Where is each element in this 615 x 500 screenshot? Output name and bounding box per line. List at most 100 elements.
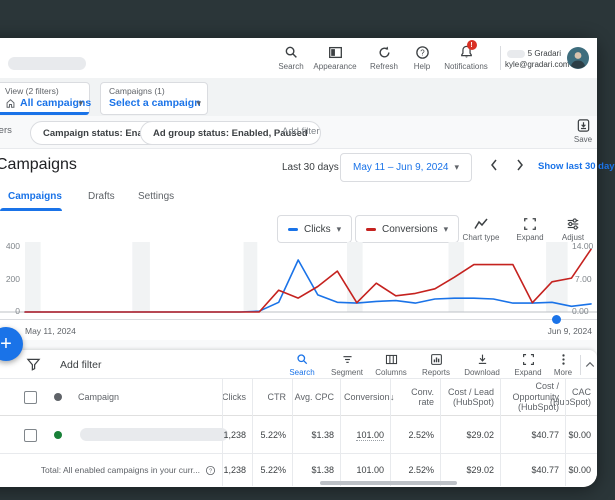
- date-next-button[interactable]: [512, 157, 528, 173]
- table-more-label: More: [553, 368, 573, 377]
- toolbar-divider: [580, 355, 581, 375]
- table-more-button[interactable]: More: [550, 353, 576, 377]
- topbar-search-button[interactable]: Search: [276, 45, 306, 71]
- funnel-icon: [26, 358, 41, 371]
- table-search-button[interactable]: Search: [286, 353, 318, 377]
- svg-text:?: ?: [420, 48, 425, 57]
- collapse-table-button[interactable]: [584, 359, 596, 371]
- row-status-enabled-dot: [54, 431, 62, 439]
- redacted-account-name: [507, 49, 526, 58]
- more-vertical-icon: [557, 353, 570, 366]
- google-ads-window: Search Appearance Refresh ? Help ! Notif…: [0, 38, 615, 487]
- topbar-appearance-label: Appearance: [313, 62, 357, 71]
- topbar-notifications-button[interactable]: ! Notifications: [438, 40, 494, 71]
- tab-drafts[interactable]: Drafts: [88, 191, 115, 202]
- column-header-ctr[interactable]: CTR: [252, 378, 292, 416]
- topbar-appearance-button[interactable]: Appearance: [310, 45, 360, 71]
- column-header-conv-rate[interactable]: ↓ Conv. rate: [390, 378, 440, 416]
- column-header-cost-lead[interactable]: Cost / Lead (HubSpot): [440, 378, 500, 416]
- chart-expand-button[interactable]: Expand: [512, 217, 548, 242]
- search-icon: [296, 353, 309, 366]
- redacted-campaign-name[interactable]: [80, 428, 228, 441]
- table-segment-button[interactable]: Segment: [328, 353, 366, 377]
- chevron-down-icon: ▾: [336, 223, 342, 234]
- column-header-cac[interactable]: CAC (HubSpot): [550, 378, 597, 416]
- page-title: Campaigns: [0, 156, 77, 173]
- table-add-filter-link[interactable]: Add filter: [60, 359, 101, 371]
- column-header-avg-cpc[interactable]: Avg. CPC: [292, 378, 340, 416]
- x-axis-end-label: Jun 9, 2024: [547, 326, 592, 336]
- metric-1-selector[interactable]: Clicks ▾: [277, 215, 353, 243]
- chart-adjust-button[interactable]: Adjust: [556, 217, 590, 242]
- cell-conv-rate: 2.52%: [408, 430, 434, 440]
- metric-2-selector[interactable]: Conversions ▾: [355, 215, 460, 243]
- column-header-conversions[interactable]: Conversions: [340, 378, 390, 416]
- account-info[interactable]: 5 Gradari kyle@gradari.com: [505, 48, 570, 70]
- topbar-refresh-label: Refresh: [369, 62, 398, 71]
- view-selector-active-bar: [0, 112, 89, 115]
- status-column-icon: [54, 393, 62, 401]
- date-range-picker[interactable]: May 11 – Jun 9, 2024 ▾: [340, 153, 472, 182]
- select-all-checkbox[interactable]: [24, 391, 37, 404]
- tab-campaigns[interactable]: Campaigns: [8, 191, 62, 202]
- view-selector-label: View (2 filters): [5, 86, 59, 96]
- table-expand-label: Expand: [514, 368, 542, 377]
- filter-bar-title: Filters: [0, 125, 12, 136]
- help-icon: ?: [415, 45, 430, 60]
- column-header-clicks[interactable]: Clicks: [222, 378, 252, 416]
- expand-icon: [523, 217, 537, 231]
- cell-clicks: 1,238: [223, 430, 246, 440]
- right-axis-tick: 7.00: [575, 274, 592, 284]
- column-header-campaign[interactable]: Campaign: [78, 378, 222, 416]
- topbar-divider: [500, 46, 501, 70]
- table-reports-button[interactable]: Reports: [418, 353, 454, 377]
- table-download-button[interactable]: Download: [460, 353, 504, 377]
- save-button[interactable]: Save: [570, 118, 596, 144]
- redacted-breadcrumb: [8, 57, 86, 70]
- date-prev-button[interactable]: [486, 157, 502, 173]
- total-clicks: 1,238: [223, 465, 246, 475]
- metric-2-label: Conversions: [382, 223, 438, 235]
- reports-icon: [430, 353, 443, 366]
- table-columns-button[interactable]: Columns: [372, 353, 410, 377]
- chart-type-button[interactable]: Chart type: [458, 217, 504, 242]
- row-checkbox[interactable]: [24, 429, 37, 442]
- table-columns-label: Columns: [375, 368, 407, 377]
- clicks-series-swatch: [288, 227, 298, 231]
- table-reports-label: Reports: [421, 368, 450, 377]
- view-selector[interactable]: View (2 filters) All campaigns ▾: [0, 82, 91, 115]
- total-row-label: Total: All enabled campaigns in your cur…: [40, 454, 222, 486]
- save-icon: [576, 118, 591, 133]
- topbar-notifications-label: Notifications: [444, 62, 488, 71]
- total-ctr: 5.22%: [260, 465, 286, 475]
- avatar[interactable]: [567, 47, 589, 69]
- campaign-selector[interactable]: Campaigns (1) Select a campaign ▾: [100, 82, 208, 115]
- topbar-help-label: Help: [413, 62, 431, 71]
- table-filter-button[interactable]: [26, 357, 41, 372]
- performance-chart[interactable]: [0, 240, 597, 320]
- x-axis-start-label: May 11, 2024: [25, 326, 76, 336]
- show-last-30-days-link[interactable]: Show last 30 days: [538, 162, 615, 172]
- chart-pan-handle[interactable]: [552, 315, 561, 324]
- cell-cost-lead: $29.02: [466, 430, 494, 440]
- topbar-help-button[interactable]: ? Help: [407, 45, 437, 71]
- horizontal-scrollbar[interactable]: [320, 481, 457, 485]
- add-filter-link[interactable]: Add filter: [282, 126, 320, 137]
- save-label: Save: [573, 135, 593, 144]
- topbar-refresh-button[interactable]: Refresh: [364, 45, 404, 71]
- line-chart-icon: [473, 217, 489, 231]
- table-download-label: Download: [464, 368, 500, 377]
- table-expand-button[interactable]: Expand: [510, 353, 546, 377]
- notification-badge: !: [466, 40, 477, 50]
- help-circle-icon[interactable]: ?: [205, 465, 216, 476]
- chart-pan-track[interactable]: [0, 319, 597, 320]
- chevron-down-icon: ▾: [443, 223, 449, 234]
- conversions-series-swatch: [366, 227, 376, 231]
- bell-icon: !: [459, 40, 477, 60]
- left-axis-tick: 0: [15, 306, 20, 316]
- tab-settings[interactable]: Settings: [138, 191, 174, 202]
- chevron-down-icon: ▾: [196, 98, 201, 108]
- columns-icon: [385, 353, 398, 366]
- topbar-search-label: Search: [278, 62, 304, 71]
- account-name: 5 Gradari: [527, 49, 561, 58]
